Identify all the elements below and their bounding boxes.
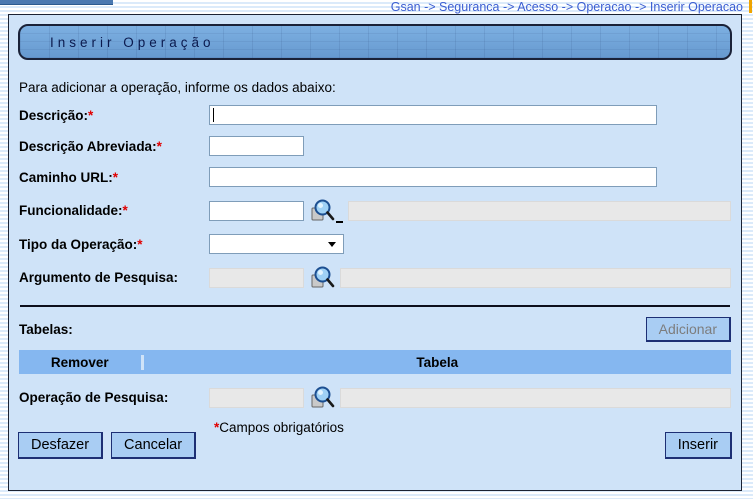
inserir-button[interactable]: Inserir (664, 432, 732, 459)
descricao-abreviada-input[interactable] (209, 136, 304, 156)
descricao-abreviada-label: Descrição Abreviada:* (19, 138, 162, 154)
required-asterisk: * (137, 236, 143, 252)
tabelas-label: Tabelas: (19, 322, 73, 337)
required-asterisk: * (122, 203, 128, 218)
desfazer-button[interactable]: Desfazer (18, 432, 104, 459)
page-title: Inserir Operação (50, 34, 215, 50)
required-asterisk: * (112, 169, 119, 185)
descricao-label: Descrição:* (19, 107, 94, 123)
top-menu-fragment (0, 0, 113, 5)
funcionalidade-display (348, 200, 731, 221)
caminho-url-input[interactable] (209, 167, 657, 187)
row-descricao-abreviada: Descrição Abreviada:* (19, 135, 731, 157)
row-argumento-pesquisa: Argumento de Pesquisa: (19, 264, 731, 291)
main-panel: Inserir Operação Para adicionar a operaç… (8, 14, 742, 491)
tabelas-section-header: Tabelas: Adicionar (19, 317, 731, 342)
magnifier-icon (311, 266, 335, 287)
row-caminho-url: Caminho URL:* (19, 166, 731, 188)
footer-actions: Desfazer Cancelar Inserir (18, 432, 732, 459)
tipo-operacao-select[interactable] (209, 234, 344, 254)
operacao-pesquisa-label: Operação de Pesquisa: (19, 390, 169, 405)
argumento-pesquisa-display (340, 267, 731, 288)
section-divider (20, 305, 730, 307)
column-header-tabela: Tabela (416, 354, 459, 370)
row-funcionalidade: Funcionalidade:* (19, 197, 731, 224)
operacao-pesquisa-search-button[interactable] (309, 385, 335, 411)
argumento-pesquisa-label: Argumento de Pesquisa: (19, 270, 179, 285)
chevron-down-icon (328, 242, 336, 247)
operacao-pesquisa-input (209, 387, 304, 408)
caminho-url-label: Caminho URL:* (19, 169, 119, 185)
column-header-remover: Remover (19, 354, 144, 370)
cancelar-button[interactable]: Cancelar (111, 432, 197, 459)
required-asterisk: * (88, 107, 94, 123)
row-tipo-operacao: Tipo da Operação:* (19, 233, 731, 255)
tipo-operacao-label: Tipo da Operação:* (19, 236, 143, 252)
row-descricao: Descrição:* (19, 104, 731, 126)
operacao-pesquisa-display (340, 387, 731, 408)
breadcrumb[interactable]: Gsan -> Seguranca -> Acesso -> Operacao … (391, 0, 743, 14)
form-content: Para adicionar a operação, informe os da… (9, 80, 741, 435)
funcionalidade-input[interactable] (209, 200, 304, 221)
page-title-bar: Inserir Operação (18, 24, 732, 60)
text-cursor (213, 108, 214, 122)
funcionalidade-label: Funcionalidade:* (19, 203, 128, 218)
required-asterisk: * (156, 138, 162, 154)
argumento-pesquisa-search-button[interactable] (309, 265, 335, 291)
argumento-pesquisa-input (209, 267, 304, 288)
magnifier-icon (311, 199, 335, 220)
orange-marker (749, 0, 752, 13)
magnifier-icon (311, 386, 335, 407)
link-underscore (336, 220, 343, 223)
funcionalidade-search-button[interactable] (309, 198, 343, 224)
descricao-input[interactable] (209, 105, 657, 125)
row-operacao-pesquisa: Operação de Pesquisa: (19, 384, 731, 411)
adicionar-button[interactable]: Adicionar (645, 317, 731, 342)
tabelas-table-header: Remover Tabela (19, 350, 731, 374)
intro-text: Para adicionar a operação, informe os da… (19, 80, 336, 95)
